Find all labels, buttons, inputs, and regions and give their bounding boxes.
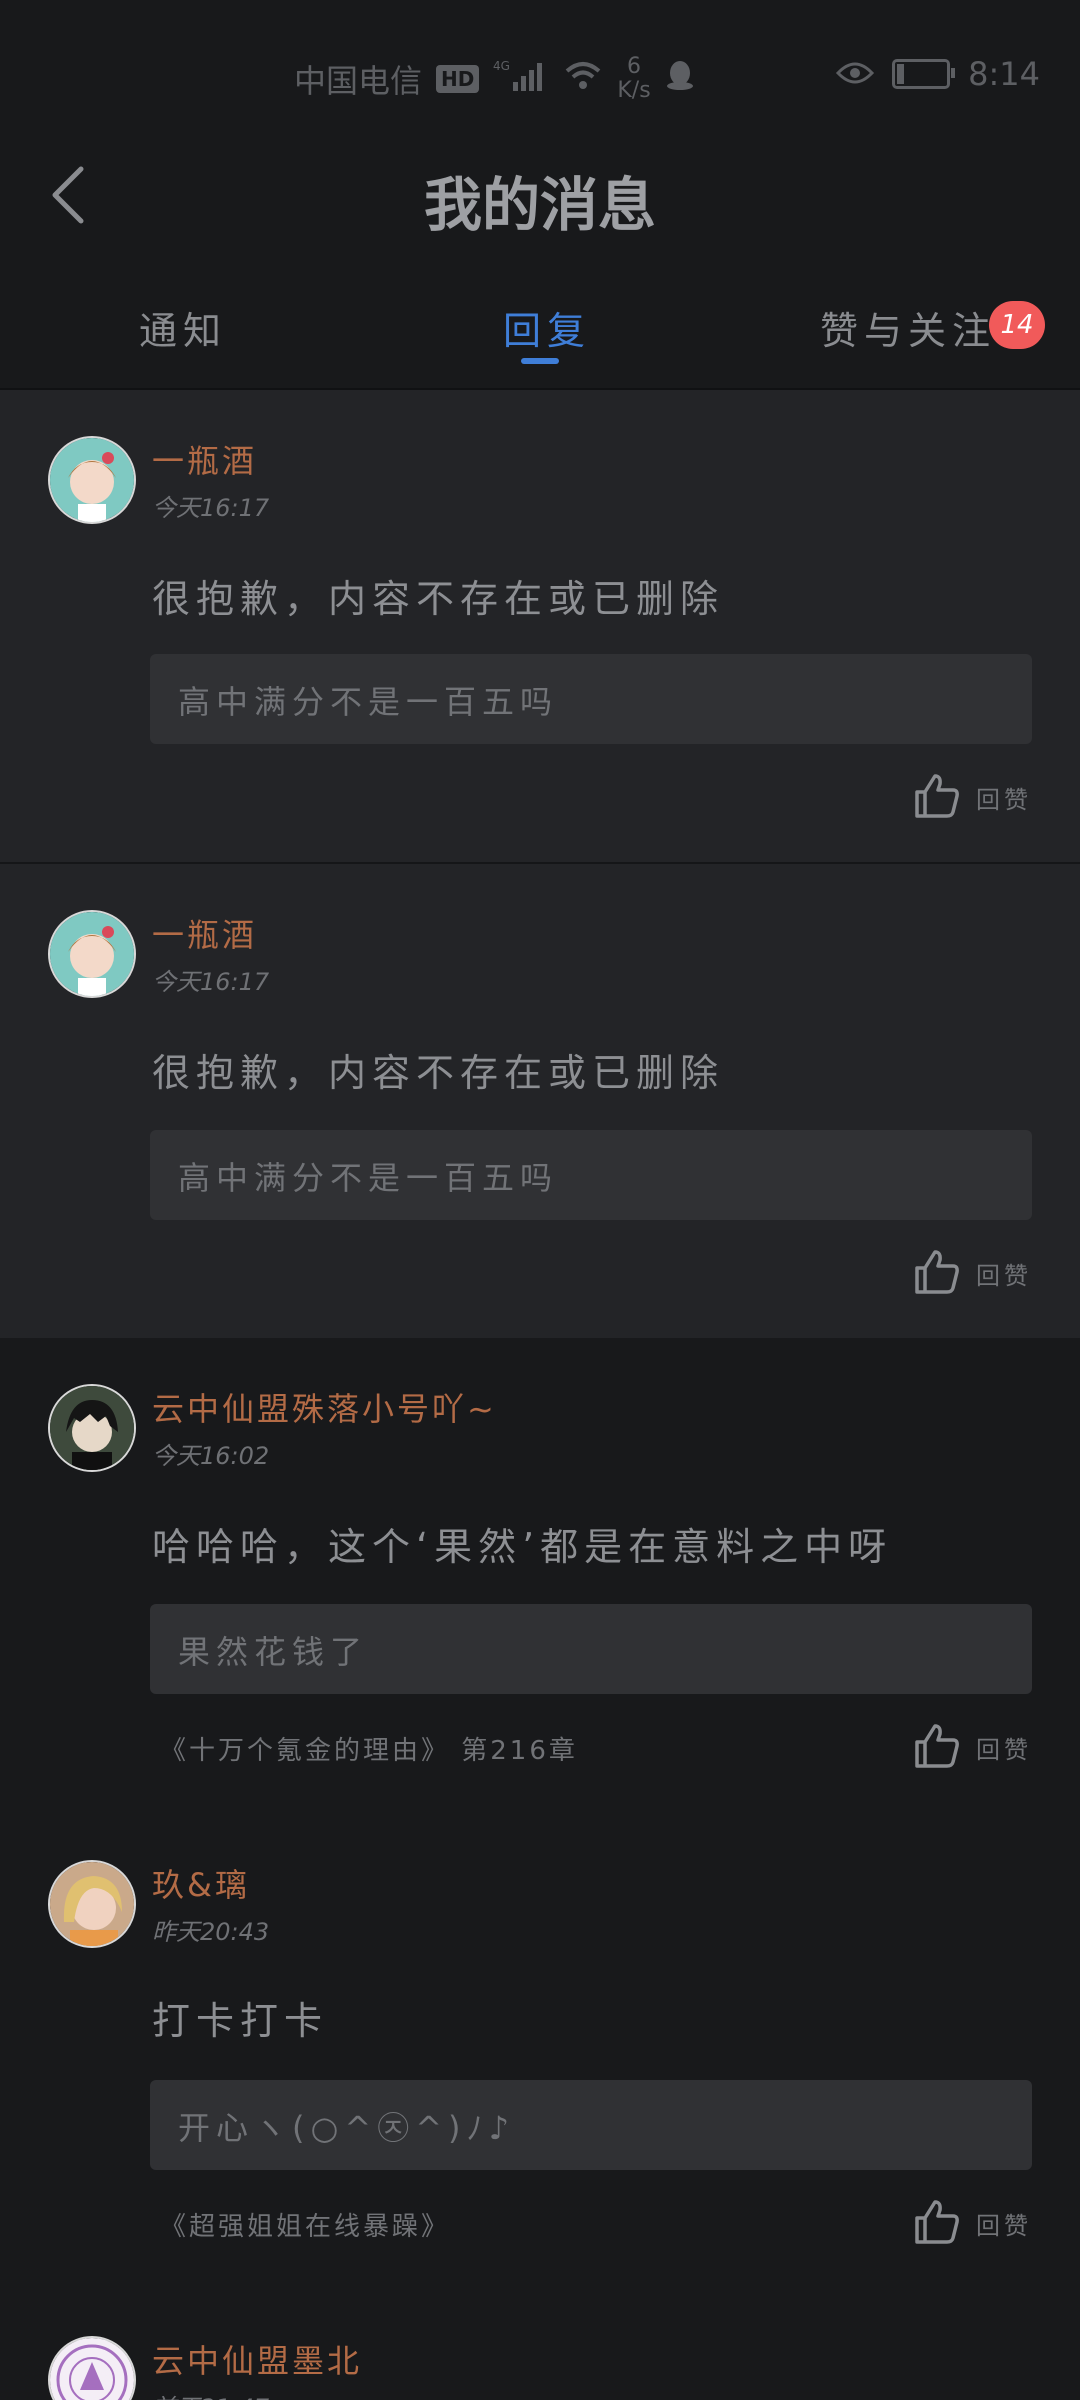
- signal-icon: 4G: [493, 58, 549, 100]
- network-label: 4G: [493, 59, 510, 73]
- avatar[interactable]: [48, 1384, 136, 1472]
- quoted-comment[interactable]: 果然花钱了: [150, 1604, 1032, 1694]
- network-speed: 6 K/s: [617, 55, 650, 103]
- clock: 8:14: [968, 55, 1040, 93]
- timestamp: 昨天20:43: [152, 1918, 270, 1946]
- wifi-icon: [563, 59, 603, 99]
- timestamp: 今天16:17: [152, 494, 270, 522]
- username[interactable]: 云中仙盟殊落小号吖~: [152, 1384, 497, 1430]
- tab-notifications[interactable]: 通知: [139, 300, 227, 355]
- quoted-text: 开心ヽ(○^㉨^)ﾉ♪: [178, 2109, 515, 2147]
- thumbs-up-icon[interactable]: [913, 1248, 961, 1296]
- tab-likes-follows[interactable]: 赞与关注: [820, 300, 996, 355]
- reply-content[interactable]: 打卡打卡: [152, 1990, 328, 2045]
- username[interactable]: 一瓶酒: [152, 910, 257, 956]
- timestamp: 前天21:47: [152, 2388, 269, 2400]
- message-card: 玖&璃 昨天20:43 打卡打卡 开心ヽ(○^㉨^)ﾉ♪ 《超强姐姐在线暴躁》 …: [0, 1814, 1080, 2290]
- like-back-button[interactable]: 回赞: [976, 2206, 1032, 2241]
- unread-badge: 14: [989, 301, 1045, 349]
- message-card: 云中仙盟殊落小号吖~ 今天16:02 哈哈哈，这个‘果然’都是在意料之中呀 果然…: [0, 1338, 1080, 1814]
- like-back-button[interactable]: 回赞: [976, 1730, 1032, 1765]
- status-bar: 中国电信 HD 4G 6 K/s 8:14: [0, 0, 1080, 140]
- speed-value: 6: [627, 54, 642, 79]
- timestamp: 今天16:02: [152, 1442, 270, 1470]
- message-card: 一瓶酒 今天16:17 很抱歉，内容不存在或已删除 高中满分不是一百五吗 回赞: [0, 864, 1080, 1338]
- avatar[interactable]: [48, 2336, 136, 2400]
- quoted-text: 高中满分不是一百五吗: [178, 683, 559, 721]
- status-right: 8:14: [836, 55, 1040, 93]
- quoted-comment[interactable]: 高中满分不是一百五吗: [150, 654, 1032, 744]
- qq-icon: [665, 59, 695, 99]
- reply-content[interactable]: 哈哈哈，这个‘果然’都是在意料之中呀: [152, 1516, 892, 1571]
- battery-icon: [892, 59, 956, 89]
- tab-bar: 通知 回复 赞与关注 14: [0, 270, 1080, 390]
- speed-unit: K/s: [617, 78, 651, 103]
- reply-content[interactable]: 很抱歉，内容不存在或已删除: [152, 1042, 724, 1097]
- quoted-comment[interactable]: 开心ヽ(○^㉨^)ﾉ♪: [150, 2080, 1032, 2170]
- status-left: 中国电信 HD 4G 6 K/s: [294, 55, 695, 103]
- book-link[interactable]: 《十万个氪金的理由》 第216章: [160, 1730, 578, 1767]
- eye-icon: [836, 55, 875, 93]
- thumbs-up-icon[interactable]: [913, 772, 961, 820]
- book-link[interactable]: 《超强姐姐在线暴躁》: [160, 2206, 450, 2243]
- username[interactable]: 一瓶酒: [152, 436, 257, 482]
- timestamp: 今天16:17: [152, 968, 270, 996]
- quoted-text: 果然花钱了: [178, 1633, 369, 1671]
- hd-icon: HD: [436, 65, 480, 93]
- avatar[interactable]: [48, 436, 136, 524]
- like-back-button[interactable]: 回赞: [976, 1256, 1032, 1291]
- header: 我的消息: [0, 140, 1080, 250]
- avatar[interactable]: [48, 1860, 136, 1948]
- quoted-text: 高中满分不是一百五吗: [178, 1159, 559, 1197]
- reply-content[interactable]: 很抱歉，内容不存在或已删除: [152, 568, 724, 623]
- username[interactable]: 云中仙盟墨北: [152, 2336, 362, 2382]
- carrier-label: 中国电信: [294, 62, 423, 100]
- thumbs-up-icon[interactable]: [913, 2198, 961, 2246]
- username[interactable]: 玖&璃: [152, 1860, 250, 1906]
- quoted-comment[interactable]: 高中满分不是一百五吗: [150, 1130, 1032, 1220]
- message-card: 一瓶酒 今天16:17 很抱歉，内容不存在或已删除 高中满分不是一百五吗 回赞: [0, 390, 1080, 862]
- like-back-button[interactable]: 回赞: [976, 780, 1032, 815]
- active-tab-indicator: [521, 358, 559, 364]
- message-card: 云中仙盟墨北 前天21:47: [0, 2290, 1080, 2400]
- page-title: 我的消息: [423, 171, 656, 239]
- thumbs-up-icon[interactable]: [913, 1722, 961, 1770]
- tab-replies[interactable]: 回复: [503, 300, 591, 355]
- avatar[interactable]: [48, 910, 136, 998]
